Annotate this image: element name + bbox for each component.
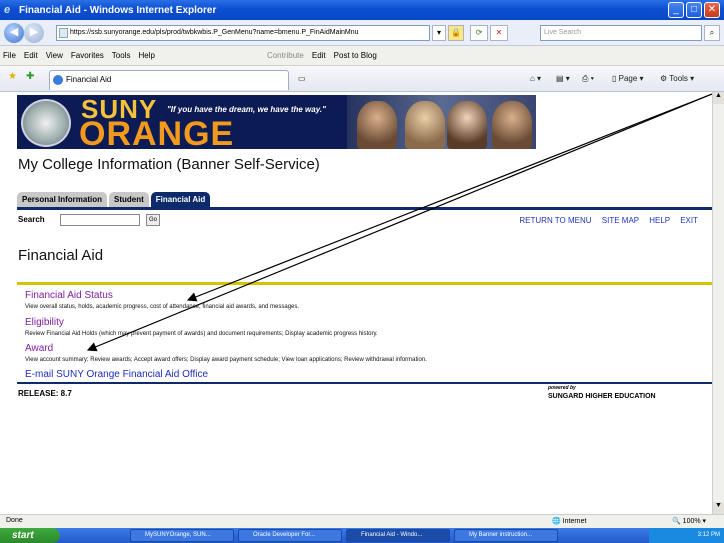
financial-aid-status-link[interactable]: Financial Aid Status: [25, 290, 113, 301]
address-toolbar: ◀ ▶ https://ssb.sunyorange.edu/pls/prod/…: [0, 20, 724, 46]
top-links: RETURN TO MENU SITE MAP HELP EXIT: [511, 216, 698, 225]
stop-icon[interactable]: ✕: [490, 25, 508, 41]
menu-help[interactable]: Help: [138, 51, 154, 60]
help-link[interactable]: HELP: [649, 216, 670, 225]
address-input[interactable]: https://ssb.sunyorange.edu/pls/prod/twbk…: [56, 25, 430, 41]
eligibility-desc: Review Financial Aid Holds (which may pr…: [25, 331, 378, 337]
window-title: Financial Aid - Windows Internet Explore…: [19, 4, 217, 16]
site-map-link[interactable]: SITE MAP: [602, 216, 639, 225]
sungard-logo: SUNGARD HIGHER EDUCATION: [548, 393, 656, 400]
feeds-icon[interactable]: ▤ ▾: [556, 74, 570, 83]
taskbar-my-banner-instruction[interactable]: My Banner instruction...: [454, 529, 558, 542]
exit-link[interactable]: EXIT: [680, 216, 698, 225]
internet-zone: 🌐 Internet: [552, 518, 587, 525]
start-button[interactable]: start: [0, 528, 60, 543]
refresh-icon[interactable]: ⟳: [470, 25, 488, 41]
college-seal-logo: [21, 99, 71, 147]
tab-student[interactable]: Student: [109, 192, 149, 207]
taskbar-oracle-developer[interactable]: Oracle Developer For...: [238, 529, 342, 542]
menu-favorites[interactable]: Favorites: [71, 51, 104, 60]
tab-financial-aid-page[interactable]: Financial Aid: [150, 192, 211, 207]
back-button[interactable]: ◀: [4, 23, 24, 43]
page-icon: [59, 28, 68, 38]
home-icon[interactable]: ⌂ ▾: [530, 74, 541, 83]
students-photo: [347, 95, 536, 149]
close-button[interactable]: ✕: [704, 2, 720, 18]
forward-button[interactable]: ▶: [24, 23, 44, 43]
status-text: Done: [6, 517, 23, 524]
email-financial-aid-link[interactable]: E-mail SUNY Orange Financial Aid Office: [25, 369, 208, 380]
minimize-button[interactable]: _: [668, 2, 684, 18]
contribute-button[interactable]: Contribute: [267, 51, 304, 60]
taskbar: start MySUNYOrange, SUN... Oracle Develo…: [0, 528, 724, 543]
award-link[interactable]: Award: [25, 343, 53, 354]
menu-edit[interactable]: Edit: [24, 51, 38, 60]
footer-divider: [17, 382, 712, 384]
menu-view[interactable]: View: [46, 51, 63, 60]
nav-divider: [17, 207, 712, 210]
maximize-button[interactable]: □: [686, 2, 702, 18]
yellow-divider: [17, 282, 712, 285]
ie-logo-icon: e: [4, 4, 11, 16]
search-icon[interactable]: ⌕: [704, 25, 720, 41]
return-to-menu-link[interactable]: RETURN TO MENU: [519, 216, 591, 225]
tab-bar: ★ ✚ Financial Aid ▭ ⌂ ▾ ▤ ▾ ⎙ ▾ ▯ Page ▾…: [0, 66, 724, 92]
zoom-level[interactable]: 🔍 100% ▾: [672, 517, 706, 525]
tools-menu[interactable]: ⚙ Tools ▾: [660, 74, 694, 83]
lock-icon[interactable]: 🔒: [448, 25, 464, 41]
banner-orange: ORANGE: [79, 115, 235, 149]
ie-tab-icon: [53, 75, 63, 85]
address-dropdown-icon[interactable]: ▾: [432, 25, 446, 41]
financial-aid-status-desc: View overall status, holds, academic pro…: [25, 304, 300, 310]
menu-tools[interactable]: Tools: [112, 51, 131, 60]
scroll-down-icon[interactable]: ▼: [713, 502, 724, 514]
window-title-bar: e Financial Aid - Windows Internet Explo…: [0, 0, 724, 20]
page-title: My College Information (Banner Self-Serv…: [18, 156, 320, 173]
search-label: Search: [18, 215, 45, 224]
page-menu[interactable]: ▯ Page ▾: [612, 74, 644, 83]
edit-button[interactable]: Edit: [312, 51, 326, 60]
menu-file[interactable]: File: [3, 51, 16, 60]
page-content: SUNY ORANGE "If you have the dream, we h…: [0, 92, 712, 514]
powered-by-label: powered by: [548, 385, 576, 391]
taskbar-financial-aid[interactable]: Financial Aid - Windo...: [346, 529, 450, 542]
system-tray: 3:12 PM: [649, 528, 724, 543]
search-input[interactable]: Live Search: [540, 25, 702, 41]
suny-orange-banner: SUNY ORANGE "If you have the dream, we h…: [17, 95, 536, 149]
main-nav-tabs: Personal Information Student Financial A…: [17, 192, 212, 207]
clock: 3:12 PM: [697, 532, 720, 538]
favorites-star-icon[interactable]: ★: [8, 71, 17, 82]
eligibility-link[interactable]: Eligibility: [25, 317, 64, 328]
vertical-scrollbar[interactable]: ▲ ▼: [712, 92, 724, 514]
scroll-up-icon[interactable]: ▲: [713, 92, 724, 104]
go-button[interactable]: Go: [146, 214, 160, 226]
add-favorites-icon[interactable]: ✚: [26, 71, 34, 82]
print-icon[interactable]: ⎙ ▾: [582, 74, 594, 84]
menu-bar: File Edit View Favorites Tools Help Cont…: [0, 46, 724, 66]
new-tab-button[interactable]: ▭: [298, 74, 306, 83]
section-heading: Financial Aid: [18, 247, 104, 264]
status-bar: Done 🌐 Internet 🔍 100% ▾: [0, 514, 724, 528]
award-desc: View account summary; Review awards; Acc…: [25, 357, 427, 363]
tab-financial-aid[interactable]: Financial Aid: [49, 70, 289, 90]
site-search-input[interactable]: [60, 214, 140, 226]
post-to-blog-button[interactable]: Post to Blog: [334, 51, 377, 60]
banner-tagline: "If you have the dream, we have the way.…: [167, 105, 326, 114]
release-label: RELEASE: 8.7: [18, 389, 72, 398]
tab-personal-information[interactable]: Personal Information: [17, 192, 108, 207]
taskbar-mysunyorange[interactable]: MySUNYOrange, SUN...: [130, 529, 234, 542]
